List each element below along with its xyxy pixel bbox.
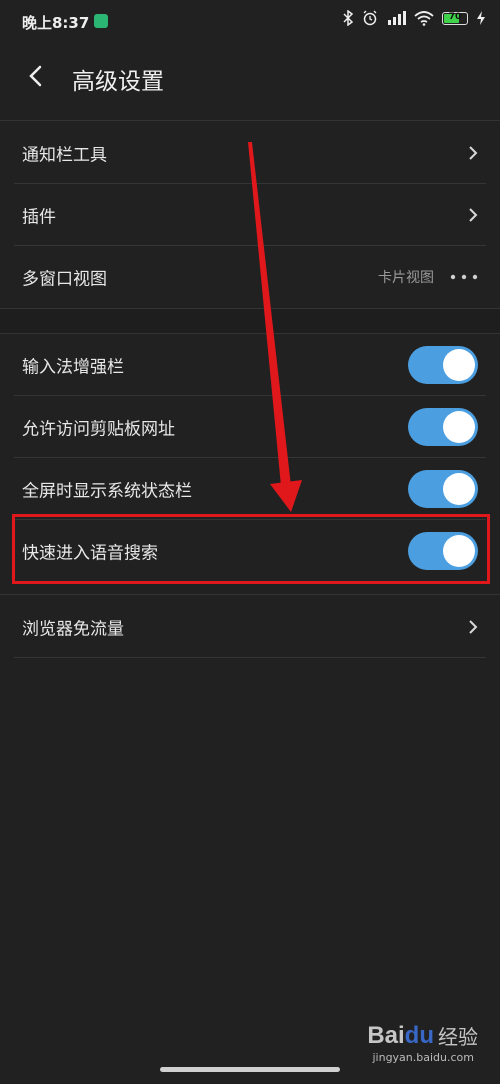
toggle-switch[interactable] bbox=[408, 470, 478, 508]
row-label: 浏览器免流量 bbox=[22, 619, 124, 640]
toggle-knob bbox=[443, 349, 475, 381]
status-time: 晚上8:37 bbox=[22, 14, 90, 32]
section-divider bbox=[0, 120, 500, 121]
section-divider bbox=[0, 594, 500, 595]
annotation-highlight-box bbox=[12, 514, 490, 584]
row-divider bbox=[14, 657, 486, 658]
settings-row-notification-tools[interactable]: 通知栏工具 bbox=[0, 122, 500, 184]
watermark-logo-a: Bai bbox=[367, 1021, 405, 1049]
watermark-logo: Baidu bbox=[367, 1022, 434, 1050]
app-notification-icon bbox=[94, 14, 108, 28]
hd-signal-icon bbox=[388, 11, 406, 25]
settings-row-ime-enhance-bar: 输入法增强栏 bbox=[0, 334, 500, 396]
row-label: 插件 bbox=[22, 207, 56, 228]
bluetooth-icon bbox=[343, 10, 354, 26]
wifi-icon bbox=[414, 11, 434, 26]
row-label: 通知栏工具 bbox=[22, 145, 107, 166]
battery-level: 70 bbox=[448, 11, 462, 22]
settings-row-multi-window-view[interactable]: 多窗口视图 卡片视图 bbox=[0, 246, 500, 308]
watermark-logo-b: du bbox=[404, 1021, 434, 1049]
status-icons: 70 bbox=[342, 10, 486, 26]
alarm-icon bbox=[363, 10, 377, 26]
chevron-right-icon bbox=[469, 208, 478, 222]
chevron-right-icon bbox=[469, 146, 478, 160]
row-label: 允许访问剪贴板网址 bbox=[22, 419, 175, 440]
row-label: 多窗口视图 bbox=[22, 269, 107, 290]
watermark-text: 经验 bbox=[438, 1025, 478, 1049]
charging-icon bbox=[477, 11, 485, 25]
page-header: 高级设置 bbox=[0, 44, 500, 108]
back-icon[interactable] bbox=[22, 62, 50, 90]
settings-row-fullscreen-statusbar: 全屏时显示系统状态栏 bbox=[0, 458, 500, 520]
row-label: 全屏时显示系统状态栏 bbox=[22, 481, 192, 502]
more-dots-icon[interactable] bbox=[450, 274, 478, 280]
status-bar: 晚上8:37 70 bbox=[0, 0, 500, 44]
toggle-switch[interactable] bbox=[408, 346, 478, 384]
section-gap bbox=[0, 309, 500, 333]
toggle-switch[interactable] bbox=[408, 408, 478, 446]
battery-icon: 70 bbox=[442, 11, 468, 25]
chevron-right-icon bbox=[469, 620, 478, 634]
settings-row-browser-free-data[interactable]: 浏览器免流量 bbox=[0, 596, 500, 658]
row-label: 输入法增强栏 bbox=[22, 357, 124, 378]
watermark-url: jingyan.baidu.com bbox=[372, 1051, 474, 1064]
toggle-knob bbox=[443, 473, 475, 505]
row-value: 卡片视图 bbox=[378, 270, 434, 286]
settings-row-plugins[interactable]: 插件 bbox=[0, 184, 500, 246]
page-title: 高级设置 bbox=[72, 69, 164, 95]
baidu-jingyan-watermark: Baidu 经验 bbox=[367, 1021, 478, 1050]
settings-row-clipboard-url: 允许访问剪贴板网址 bbox=[0, 396, 500, 458]
toggle-knob bbox=[443, 411, 475, 443]
home-indicator[interactable] bbox=[160, 1067, 340, 1072]
